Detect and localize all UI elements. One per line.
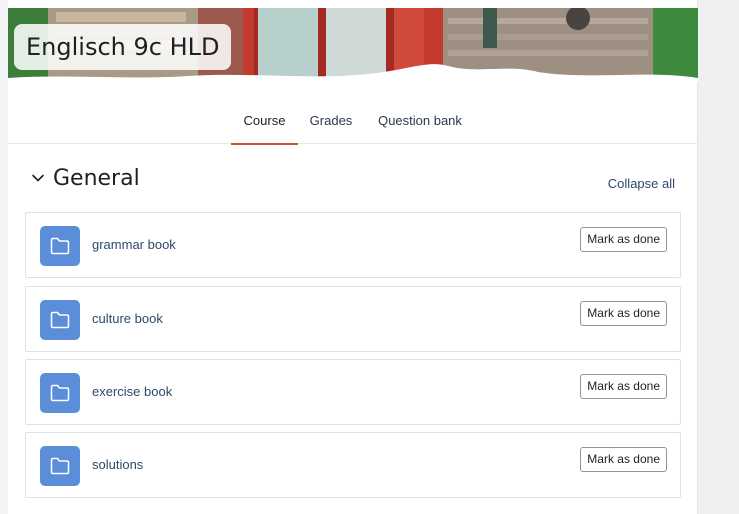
tab-grades[interactable]: Grades bbox=[306, 100, 356, 144]
right-drawer-area bbox=[698, 0, 739, 514]
left-gutter bbox=[0, 0, 8, 514]
chevron-down-icon[interactable] bbox=[30, 170, 46, 186]
activity-row: solutions Mark as done bbox=[25, 432, 681, 498]
activity-row: exercise book Mark as done bbox=[25, 359, 681, 425]
page: Englisch 9c HLD Course Grades Question b… bbox=[0, 0, 739, 514]
tab-course[interactable]: Course bbox=[231, 100, 298, 145]
section-header: General Collapse all bbox=[8, 160, 698, 206]
activity-name[interactable]: grammar book bbox=[92, 237, 176, 252]
mark-as-done-button[interactable]: Mark as done bbox=[580, 374, 667, 399]
activity-row: grammar book Mark as done bbox=[25, 212, 681, 278]
folder-icon[interactable] bbox=[40, 373, 80, 413]
activity-name[interactable]: solutions bbox=[92, 457, 143, 472]
folder-icon[interactable] bbox=[40, 226, 80, 266]
collapse-all-link[interactable]: Collapse all bbox=[608, 176, 675, 191]
folder-icon[interactable] bbox=[40, 446, 80, 486]
mark-as-done-button[interactable]: Mark as done bbox=[580, 227, 667, 252]
section-title: General bbox=[53, 166, 140, 191]
tab-question-bank[interactable]: Question bank bbox=[372, 100, 468, 144]
course-header-image: Englisch 9c HLD bbox=[8, 8, 698, 82]
folder-icon[interactable] bbox=[40, 300, 80, 340]
course-tabs: Course Grades Question bank bbox=[8, 100, 698, 145]
mark-as-done-button[interactable]: Mark as done bbox=[580, 447, 667, 472]
course-content: Englisch 9c HLD Course Grades Question b… bbox=[8, 0, 698, 514]
activity-row: culture book Mark as done bbox=[25, 286, 681, 352]
mark-as-done-button[interactable]: Mark as done bbox=[580, 301, 667, 326]
course-title: Englisch 9c HLD bbox=[14, 24, 232, 70]
activity-name[interactable]: exercise book bbox=[92, 384, 172, 399]
activity-name[interactable]: culture book bbox=[92, 311, 163, 326]
